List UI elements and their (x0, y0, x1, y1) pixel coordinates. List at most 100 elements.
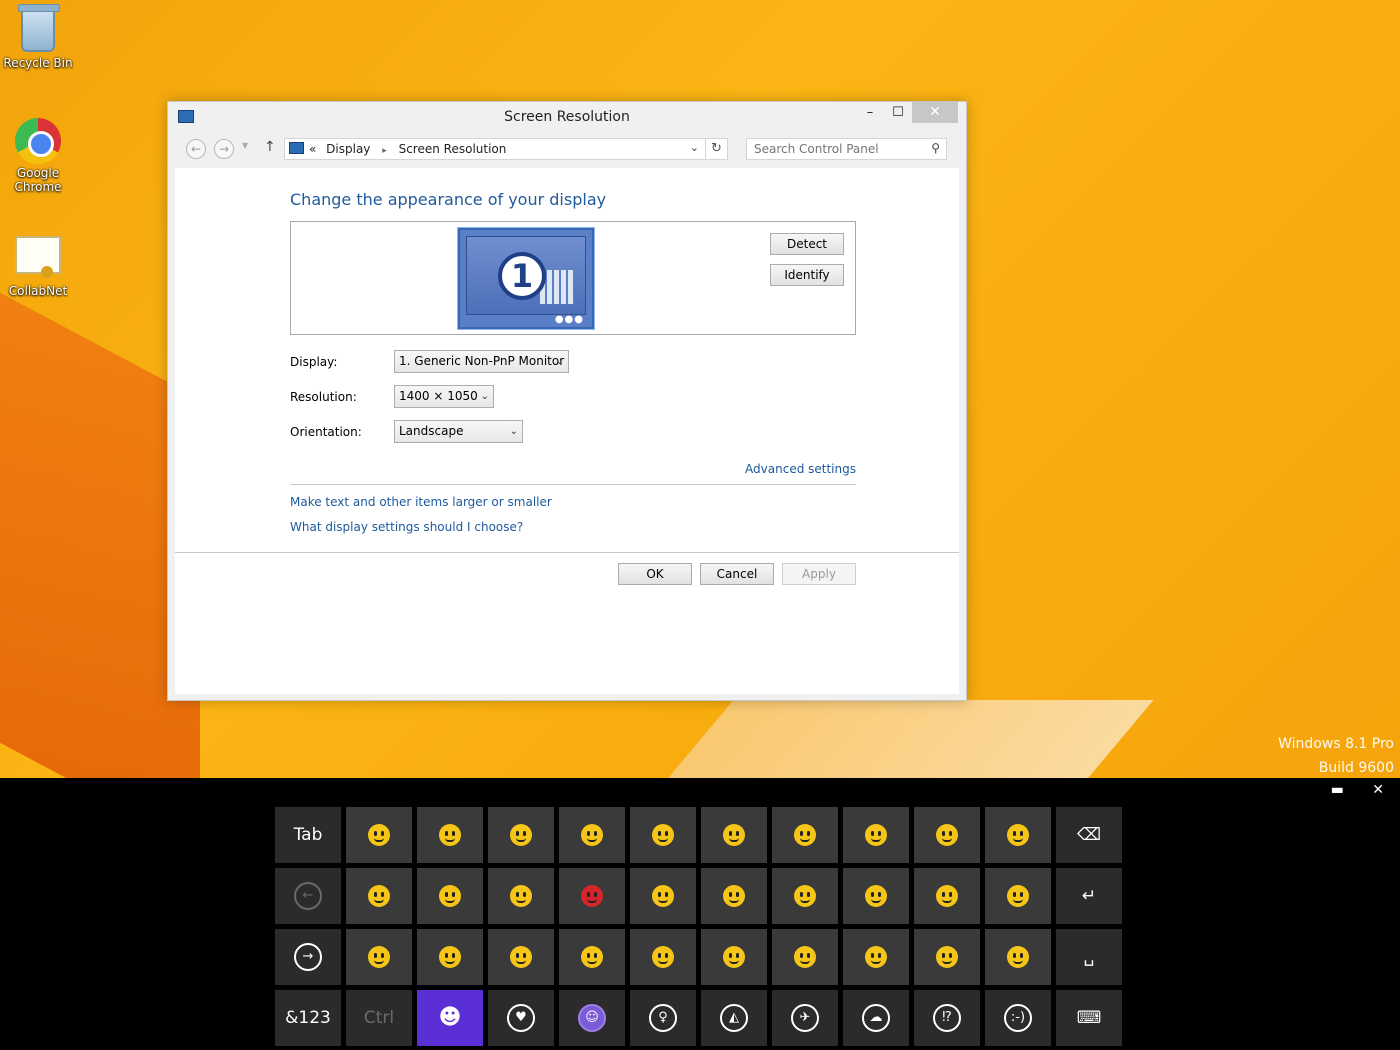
emoji-key[interactable] (488, 868, 554, 924)
emoji-key[interactable] (843, 929, 909, 985)
emoji-key[interactable] (701, 868, 767, 924)
emoji-key[interactable] (701, 929, 767, 985)
emoji-key[interactable] (346, 868, 412, 924)
emoji-icon (865, 824, 887, 846)
emoji-key[interactable] (559, 868, 625, 924)
dock-icon[interactable]: ▬ (1331, 782, 1344, 798)
close-button[interactable]: ✕ (912, 102, 958, 123)
emoji-icon (723, 824, 745, 846)
identify-button[interactable]: Identify (770, 264, 844, 286)
backspace-key[interactable]: ⌫ (1056, 807, 1122, 863)
emoji-icon (439, 824, 461, 846)
emoji-key[interactable] (559, 929, 625, 985)
emoji-key[interactable] (701, 807, 767, 863)
emoji-key[interactable] (346, 929, 412, 985)
emoji-icon (1007, 885, 1029, 907)
chevron-right-icon[interactable]: ▸ (382, 146, 387, 156)
space-key[interactable]: ␣ (1056, 929, 1122, 985)
apply-button[interactable]: Apply (782, 563, 856, 585)
category-smiley-key[interactable]: ☻ (417, 990, 483, 1046)
emoji-key[interactable] (630, 807, 696, 863)
emoji-key[interactable] (559, 807, 625, 863)
category-weather-key[interactable]: ☁ (843, 990, 909, 1046)
emoji-icon (794, 946, 816, 968)
detect-button[interactable]: Detect (770, 233, 844, 255)
emoji-key[interactable] (843, 807, 909, 863)
sunglasses-emoji-icon (652, 946, 674, 968)
desktop-icon-label: Google Chrome (14, 166, 62, 194)
emoji-key[interactable] (630, 868, 696, 924)
maximize-button[interactable]: ☐ (884, 102, 912, 123)
face-icon: ☺ (578, 1004, 606, 1032)
text-size-link[interactable]: Make text and other items larger or smal… (290, 495, 552, 509)
address-bar[interactable]: « Display ▸ Screen Resolution ⌄ ↻ (284, 138, 728, 160)
close-icon[interactable]: ✕ (1372, 782, 1384, 798)
emoji-key[interactable] (985, 868, 1051, 924)
search-box[interactable]: ⚲ (746, 138, 947, 160)
emoji-icon (1007, 946, 1029, 968)
emoji-key[interactable] (772, 929, 838, 985)
breadcrumb-overflow[interactable]: « (309, 142, 316, 156)
symbols-key[interactable]: &123 (275, 990, 341, 1046)
category-pizza-key[interactable]: ◭ (701, 990, 767, 1046)
advanced-settings-link[interactable]: Advanced settings (745, 462, 856, 476)
monitor-tile[interactable]: 1 ●●● (457, 227, 595, 330)
refresh-icon[interactable]: ↻ (705, 139, 727, 159)
emoji-key[interactable] (488, 807, 554, 863)
chevron-down-icon[interactable]: ⌄ (690, 141, 699, 154)
emoji-key[interactable] (843, 868, 909, 924)
emoji-key[interactable] (914, 807, 980, 863)
emoji-key[interactable] (914, 929, 980, 985)
emoji-key[interactable] (772, 868, 838, 924)
category-emoticon-text-key[interactable]: :-) (985, 990, 1051, 1046)
back-button[interactable]: ← (186, 139, 206, 159)
emoji-key[interactable] (985, 929, 1051, 985)
recent-locations-dropdown[interactable]: ▼ (242, 141, 248, 150)
emoji-key[interactable] (346, 807, 412, 863)
display-icon (289, 142, 304, 154)
breadcrumb-item-display[interactable]: Display (326, 142, 370, 156)
smiley-icon: ☻ (438, 1005, 462, 1030)
arrow-left-key[interactable]: ← (275, 868, 341, 924)
display-select[interactable]: 1. Generic Non-PnP Monitor ⌄ (394, 350, 569, 373)
title-bar[interactable]: Screen Resolution – ☐ ✕ (168, 102, 966, 132)
help-link[interactable]: What display settings should I choose? (290, 520, 523, 534)
category-airplane-key[interactable]: ✈ (772, 990, 838, 1046)
category-face-key[interactable]: ☺ (559, 990, 625, 1046)
devil-emoji-icon (581, 885, 603, 907)
content-pane: Change the appearance of your display 1 … (175, 168, 959, 694)
ctrl-key[interactable]: Ctrl (346, 990, 412, 1046)
breadcrumb-item-screen-resolution[interactable]: Screen Resolution (399, 142, 507, 156)
orientation-select[interactable]: Landscape ⌄ (394, 420, 523, 443)
resolution-select[interactable]: 1400 × 1050 ⌄ (394, 385, 494, 408)
search-input[interactable] (747, 139, 917, 159)
up-button[interactable]: ↑ (264, 139, 276, 155)
arrow-right-key[interactable]: → (275, 929, 341, 985)
emoji-key[interactable] (630, 929, 696, 985)
forward-button[interactable]: → (214, 139, 234, 159)
emoji-key[interactable] (914, 868, 980, 924)
emoji-icon (652, 824, 674, 846)
emoji-icon (723, 946, 745, 968)
emoji-key[interactable] (488, 929, 554, 985)
category-symbols-key[interactable]: ⁉ (914, 990, 980, 1046)
ok-button[interactable]: OK (618, 563, 692, 585)
desktop-icon-recycle-bin[interactable]: Recycle Bin (0, 4, 76, 70)
keyboard-layout-key[interactable]: ⌨ (1056, 990, 1122, 1046)
desktop-icon-collabnet[interactable]: CollabNet (0, 232, 76, 298)
emoji-key[interactable] (985, 807, 1051, 863)
enter-key[interactable]: ↵ (1056, 868, 1122, 924)
emoji-key[interactable] (772, 807, 838, 863)
emoji-icon (510, 946, 532, 968)
tab-key[interactable]: Tab (275, 807, 341, 863)
emoji-icon (865, 885, 887, 907)
category-heart-key[interactable]: ♥ (488, 990, 554, 1046)
search-icon[interactable]: ⚲ (931, 141, 940, 155)
minimize-button[interactable]: – (856, 102, 884, 123)
cancel-button[interactable]: Cancel (700, 563, 774, 585)
desktop-icon-chrome[interactable]: Google Chrome (0, 118, 76, 194)
emoji-key[interactable] (417, 929, 483, 985)
emoji-key[interactable] (417, 868, 483, 924)
category-balloon-key[interactable]: ♀ (630, 990, 696, 1046)
emoji-key[interactable] (417, 807, 483, 863)
